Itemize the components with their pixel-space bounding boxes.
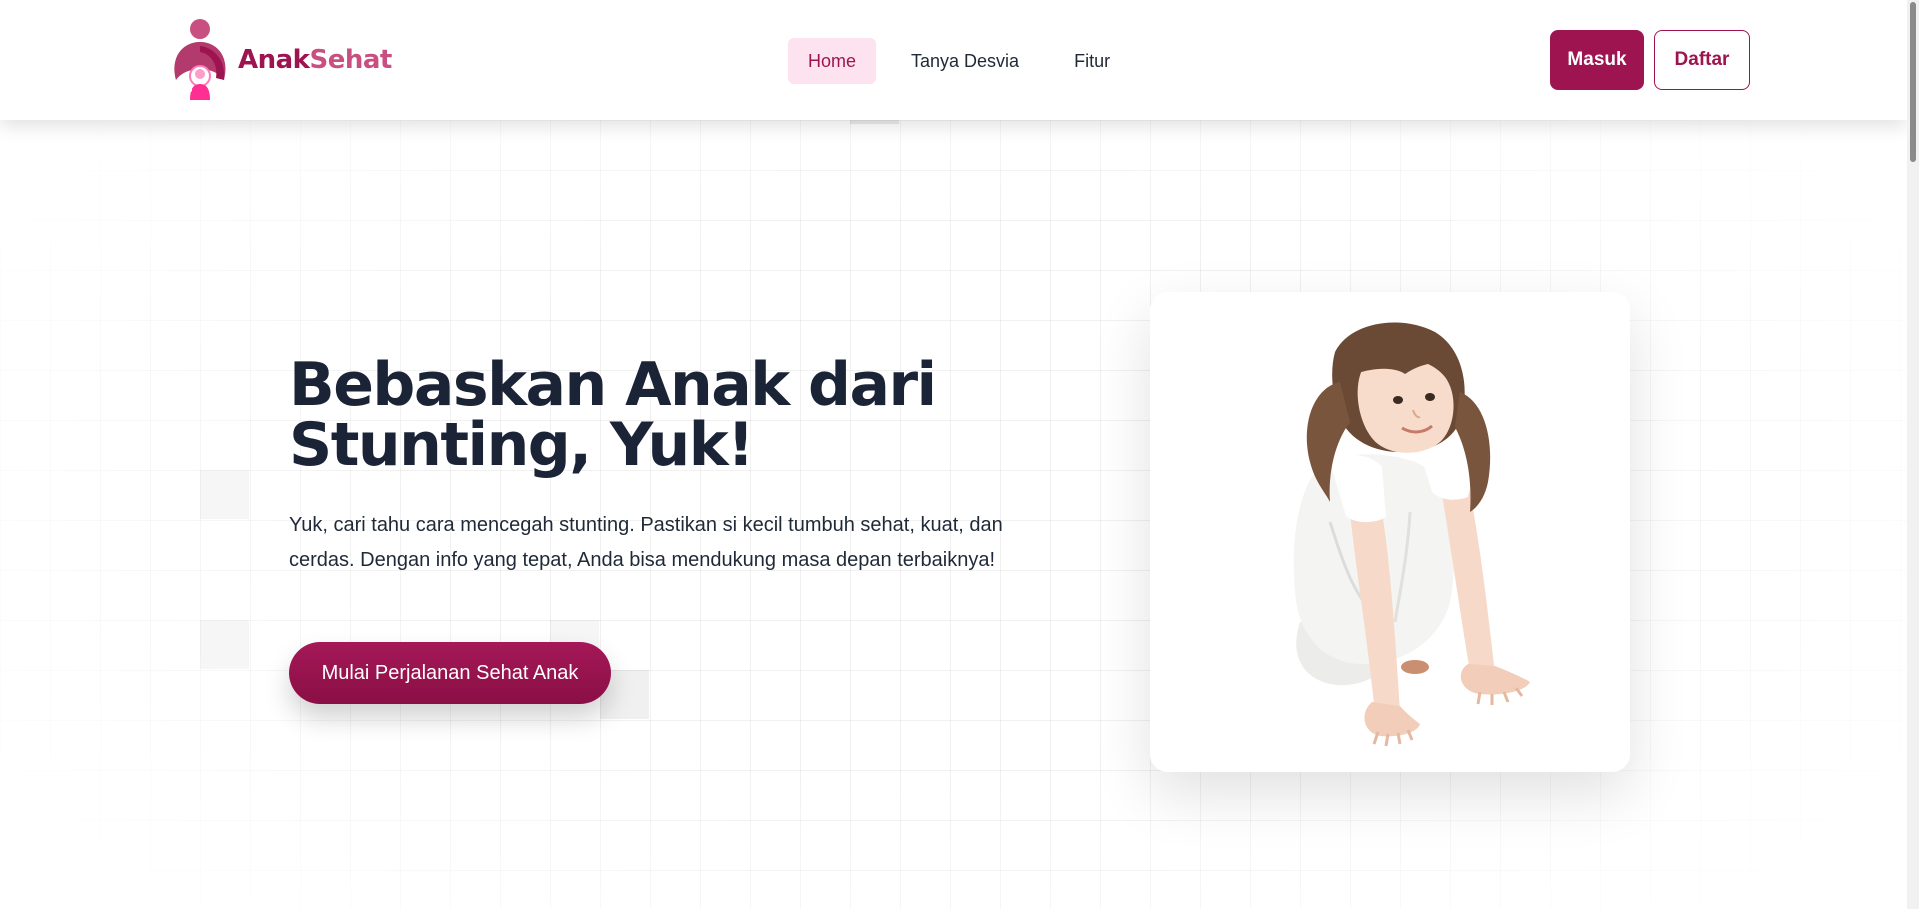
login-button[interactable]: Masuk bbox=[1550, 30, 1644, 90]
hero-title-line2: Stunting, Yuk! bbox=[289, 410, 754, 480]
nav-link-fitur[interactable]: Fitur bbox=[1054, 38, 1130, 84]
grid-highlight-cell bbox=[850, 120, 899, 124]
hero-description: Yuk, cari tahu cara mencegah stunting. P… bbox=[289, 514, 1003, 571]
brand-name-part1: Anak bbox=[238, 45, 310, 75]
register-button[interactable]: Daftar bbox=[1654, 30, 1750, 90]
page-scrollbar[interactable] bbox=[1907, 0, 1919, 909]
grid-highlight-cell bbox=[200, 620, 249, 669]
brand-name: AnakSehat bbox=[238, 45, 392, 75]
page: AnakSehat Home Tanya Desvia Fitur Masuk … bbox=[0, 0, 1919, 909]
scrollbar-thumb[interactable] bbox=[1910, 2, 1916, 162]
nav-link-tanya-desvia[interactable]: Tanya Desvia bbox=[891, 38, 1039, 84]
grid-highlight-cell bbox=[200, 470, 249, 519]
brand-logo[interactable]: AnakSehat bbox=[168, 18, 392, 102]
nav-links: Home Tanya Desvia Fitur bbox=[788, 38, 1145, 84]
mother-child-logo-icon bbox=[168, 18, 232, 102]
hero-title: Bebaskan Anak dari Stunting, Yuk! bbox=[289, 355, 969, 475]
nav-link-home[interactable]: Home bbox=[788, 38, 877, 84]
start-journey-button[interactable]: Mulai Perjalanan Sehat Anak bbox=[289, 642, 611, 704]
brand-name-part2: Sehat bbox=[309, 45, 392, 75]
hero-image-card bbox=[1150, 292, 1630, 772]
navbar: AnakSehat Home Tanya Desvia Fitur Masuk … bbox=[0, 0, 1907, 120]
crawling-child-photo bbox=[1150, 292, 1630, 772]
